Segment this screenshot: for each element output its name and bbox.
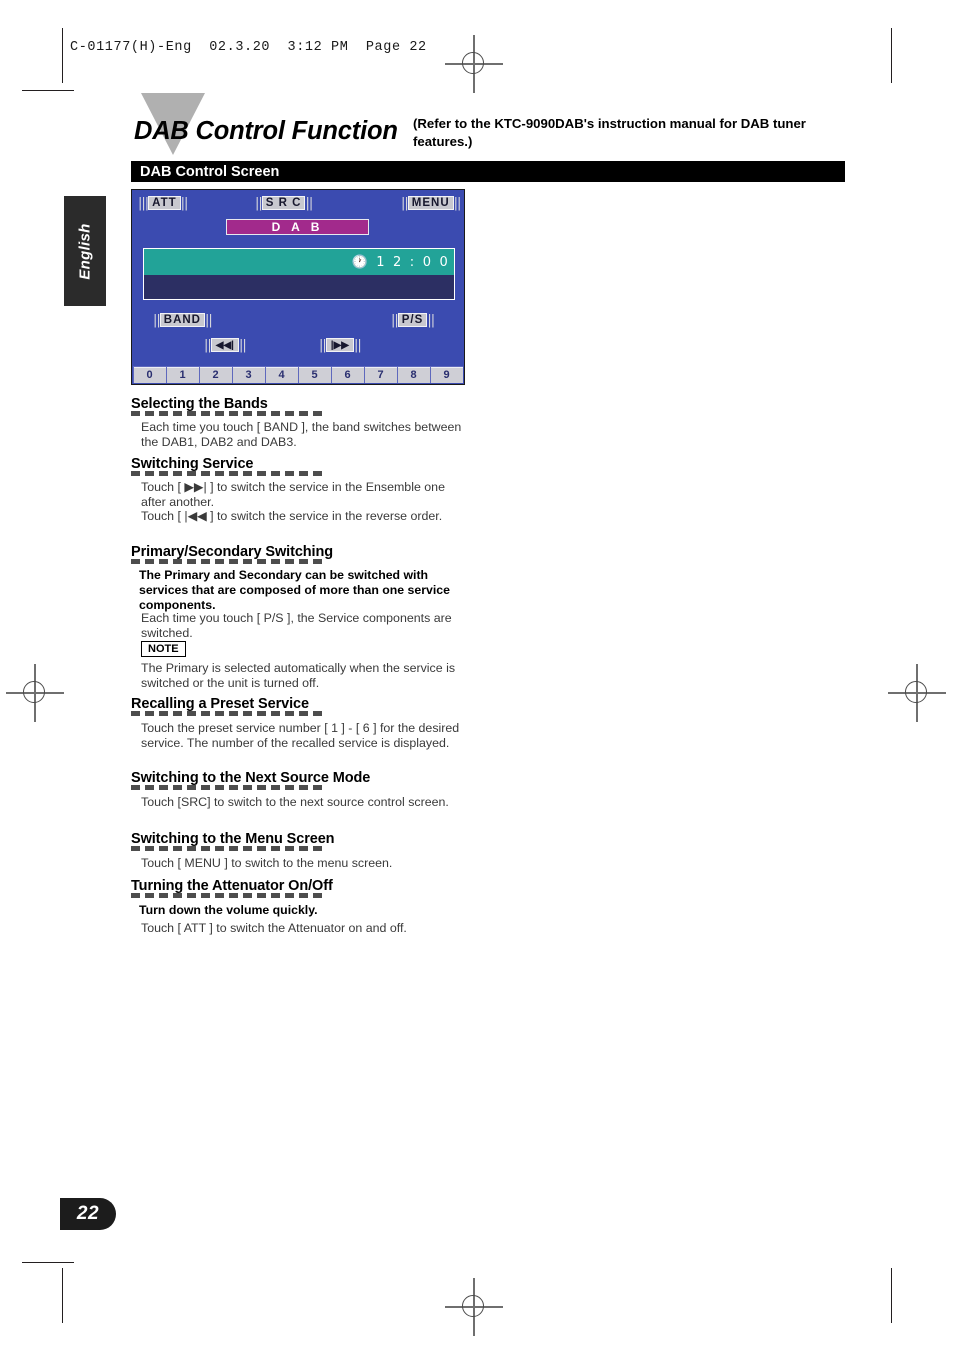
section-paragraph: The Primary and Secondary can be switche… (139, 568, 450, 612)
grip-left-icon: || (391, 312, 399, 328)
section-heading: Selecting the Bands (131, 396, 268, 412)
page-number-badge: 22 (60, 1198, 116, 1230)
previous-service-button[interactable]: || ◀◀| || (204, 337, 247, 353)
att-button-label: ATT (148, 196, 181, 210)
grip-right-icon: || (453, 195, 462, 211)
menu-button[interactable]: || MENU || (401, 195, 462, 211)
section-heading: Switching Service (131, 456, 254, 472)
band-button[interactable]: || BAND || (153, 312, 213, 328)
preset-button-1[interactable]: 1 (166, 366, 199, 383)
primary-secondary-button-label: P/S (397, 313, 428, 327)
section-heading: Turning the Attenuator On/Off (131, 878, 333, 894)
preset-number-bar: 0123456789 (133, 366, 463, 383)
grip-left-icon: || (204, 337, 212, 353)
next-service-button[interactable]: || |▶▶ || (319, 337, 362, 353)
section-paragraph: Touch [SRC] to switch to the next source… (141, 795, 449, 809)
preset-button-8[interactable]: 8 (397, 366, 430, 383)
grip-left-icon: ||| (138, 195, 149, 211)
section-divider (131, 893, 327, 898)
section-heading: Recalling a Preset Service (131, 696, 309, 712)
source-tag-label: D A B (271, 220, 324, 234)
preset-button-7[interactable]: 7 (364, 366, 397, 383)
title-reference-note: (Refer to the KTC-9090DAB's instruction … (413, 116, 806, 149)
grip-left-icon: || (153, 312, 161, 328)
grip-left-icon: || (401, 195, 409, 211)
src-button[interactable]: || S R C || (255, 195, 313, 211)
crop-mark-top-left-horizontal (22, 90, 74, 91)
section-paragraph: Each time you touch [ P/S ], the Service… (141, 611, 452, 641)
section-heading: Switching to the Menu Screen (131, 831, 335, 847)
previous-service-icon: ◀◀| (210, 338, 239, 352)
next-service-icon: |▶▶ (325, 338, 354, 352)
crop-mark-bottom-right-vertical (891, 1268, 892, 1323)
band-button-label: BAND (159, 313, 205, 327)
section-paragraph: Touch [ MENU ] to switch to the menu scr… (141, 856, 393, 870)
crop-mark-top-left-vertical (62, 28, 63, 83)
section-paragraph: Touch [ ▶▶| ] to switch the service in t… (141, 480, 445, 510)
grip-right-icon: || (353, 337, 362, 353)
grip-left-icon: || (255, 195, 263, 211)
registration-mark-left (6, 664, 64, 722)
page-number-label: 22 (76, 1203, 100, 1224)
film-header-text: C-01177(H)-Eng 02.3.20 3:12 PM Page 22 (70, 40, 427, 55)
preset-button-4[interactable]: 4 (265, 366, 298, 383)
clock-display: 🕐 1 2 : 0 0 (351, 254, 450, 270)
section-divider (131, 411, 327, 416)
section-heading: Primary/Secondary Switching (131, 544, 333, 560)
page-title: DAB Control Function (134, 117, 398, 145)
section-paragraph: Touch [ |◀◀ ] to switch the service in t… (141, 509, 443, 523)
section-paragraph: Each time you touch [ BAND ], the band s… (141, 420, 462, 450)
section-heading: Switching to the Next Source Mode (131, 770, 371, 786)
section-paragraph: Turn down the volume quickly. (139, 903, 318, 917)
section-divider (131, 785, 327, 790)
crop-mark-top-right-vertical (891, 28, 892, 83)
src-button-label: S R C (261, 196, 306, 210)
preset-button-0[interactable]: 0 (133, 366, 166, 383)
preset-button-2[interactable]: 2 (199, 366, 232, 383)
att-button[interactable]: ||| ATT || (138, 195, 189, 211)
preset-button-3[interactable]: 3 (232, 366, 265, 383)
preset-button-6[interactable]: 6 (331, 366, 364, 383)
menu-button-label: MENU (407, 196, 454, 210)
grip-right-icon: || (205, 312, 213, 328)
grip-right-icon: || (305, 195, 313, 211)
section-divider (131, 559, 327, 564)
registration-mark-right (888, 664, 946, 722)
note-label: NOTE (141, 641, 186, 657)
grip-right-icon: || (427, 312, 435, 328)
section-header-bar: DAB Control Screen (131, 161, 845, 182)
language-tab-label: English (76, 222, 94, 280)
primary-secondary-button[interactable]: || P/S || (391, 312, 435, 328)
grip-right-icon: || (180, 195, 189, 211)
dab-control-screen: ||| ATT || || S R C || || MENU || D A B … (131, 189, 465, 385)
section-paragraph: Touch the preset service number [ 1 ] - … (141, 721, 460, 751)
section-paragraph: Touch [ ATT ] to switch the Attenuator o… (141, 921, 407, 935)
section-divider (131, 711, 327, 716)
grip-right-icon: || (238, 337, 247, 353)
section-divider (131, 471, 327, 476)
language-tab: English (64, 196, 106, 306)
section-header-label: DAB Control Screen (140, 163, 280, 180)
information-display-upper-row: 🕐 1 2 : 0 0 (144, 249, 454, 275)
information-display: 🕐 1 2 : 0 0 (143, 248, 455, 300)
registration-mark-top (445, 35, 503, 93)
section-paragraph: The Primary is selected automatically wh… (141, 661, 456, 691)
section-divider (131, 846, 327, 851)
preset-button-9[interactable]: 9 (430, 366, 463, 383)
grip-left-icon: || (319, 337, 327, 353)
crop-mark-bottom-left-horizontal (22, 1262, 74, 1263)
registration-mark-bottom (445, 1278, 503, 1336)
preset-button-5[interactable]: 5 (298, 366, 331, 383)
crop-mark-bottom-left-vertical (62, 1268, 63, 1323)
source-tag: D A B (226, 219, 369, 235)
